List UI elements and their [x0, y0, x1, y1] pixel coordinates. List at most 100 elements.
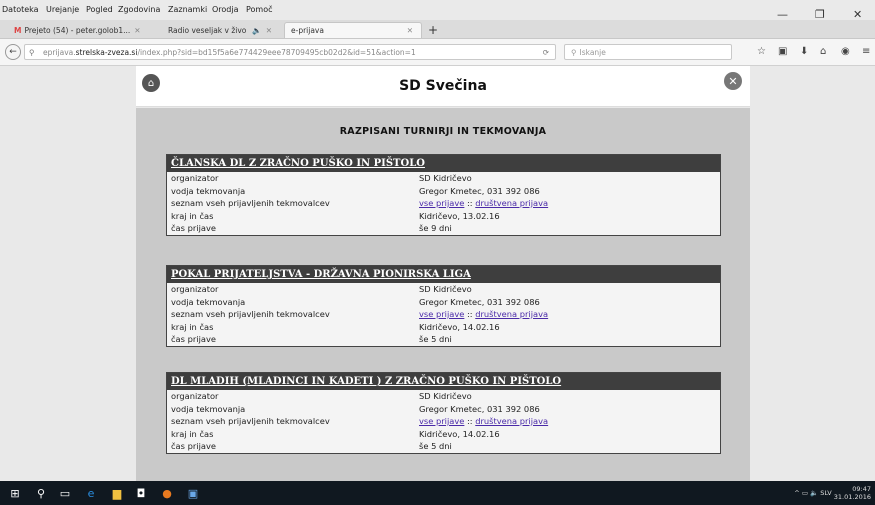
section-title: RAZPISANI TURNIRJI IN TEKMOVANJA	[339, 126, 547, 137]
site-info-icon[interactable]: ⚲	[29, 48, 35, 57]
edge-icon[interactable]: e	[84, 486, 98, 500]
clock-date: 31.01.2016	[833, 493, 871, 501]
club-entry-link[interactable]: društvena prijava	[475, 416, 548, 426]
gmail-icon: M	[14, 25, 22, 35]
menu-icon[interactable]: ≡	[862, 46, 870, 57]
tray-arrow-icon[interactable]: ^	[794, 489, 799, 497]
competition-card: POKAL PRIJATELJSTVA - DRŽAVNA PIONIRSKA …	[166, 265, 721, 347]
deadline-label: čas prijave	[171, 223, 216, 233]
place-value: Kidričevo, 14.02.16	[419, 321, 500, 332]
place-label: kraj in čas	[171, 428, 214, 439]
leader-row: vodja tekmovanja Gregor Kmetec, 031 392 0…	[167, 185, 720, 198]
deadline-value: še 9 dni	[419, 223, 452, 233]
tab-label: Radio veseljak v živo	[168, 25, 247, 35]
tab-eprijava[interactable]: e-prijava ✕	[284, 22, 422, 38]
navigation-bar: ← ⚲ eprijava. strelska-zveza.si/index.php…	[0, 39, 875, 66]
windows-start-icon[interactable]: ⊞	[8, 486, 22, 500]
organizer-label: organizator	[171, 173, 219, 183]
club-entry-link[interactable]: društvena prijava	[475, 309, 548, 319]
language-indicator[interactable]: SLV	[820, 489, 831, 497]
clipboard-icon[interactable]: ▣	[778, 46, 787, 57]
menu-view[interactable]: Pogled	[86, 5, 113, 14]
all-entries-link[interactable]: vse prijave	[419, 416, 464, 426]
menu-tools[interactable]: Orodja	[212, 5, 239, 14]
url-prefix: eprijava.	[43, 47, 76, 57]
competition-title-link[interactable]: ČLANSKA DL Z ZRAČNO PUŠKO IN PIŠTOLO	[167, 155, 720, 172]
competition-title-link[interactable]: DL MLADIH (MLADINCI IN KADETI ) Z ZRAČNO…	[167, 373, 720, 390]
reload-icon[interactable]: ⟳	[543, 48, 549, 57]
organizer-row: organizator SD Kidričevo	[167, 172, 720, 185]
deadline-label: čas prijave	[171, 334, 216, 344]
home-button-icon[interactable]: ⌂	[820, 46, 826, 57]
club-entry-link[interactable]: društvena prijava	[475, 198, 548, 208]
task-view-icon[interactable]: ▭	[58, 486, 72, 500]
volume-icon[interactable]: 🔈	[810, 489, 818, 497]
deadline-value: še 5 dni	[419, 441, 452, 451]
tab-radio[interactable]: Radio veseljak v živo 🔈 ✕	[168, 22, 280, 38]
place-value: Kidričevo, 13.02.16	[419, 210, 500, 221]
all-entries-link[interactable]: vse prijave	[419, 309, 464, 319]
speaker-icon: 🔈	[252, 25, 262, 35]
competition-title-link[interactable]: POKAL PRIJATELJSTVA - DRŽAVNA PIONIRSKA …	[167, 266, 720, 283]
pocket-icon[interactable]: ◉	[841, 46, 850, 57]
entries-row: seznam vseh prijavljenih tekmovalcev vse …	[167, 308, 720, 321]
search-taskbar-icon[interactable]: ⚲	[34, 486, 48, 500]
menu-bookmarks[interactable]: Zaznamki	[168, 5, 207, 14]
menu-edit[interactable]: Urejanje	[46, 5, 79, 14]
back-icon[interactable]: ←	[5, 44, 21, 60]
close-tab-icon[interactable]: ✕	[266, 26, 272, 35]
link-separator: ::	[467, 198, 473, 208]
entries-label: seznam vseh prijavljenih tekmovalcev	[171, 198, 330, 208]
leader-label: vodja tekmovanja	[171, 296, 246, 307]
close-icon[interactable]: ✕	[724, 72, 742, 90]
organizer-value: SD Kidričevo	[419, 173, 472, 183]
tab-label: e-prijava	[291, 26, 324, 35]
download-icon[interactable]: ⬇	[800, 46, 808, 57]
menu-history[interactable]: Zgodovina	[118, 5, 160, 14]
entries-label: seznam vseh prijavljenih tekmovalcev	[171, 309, 330, 319]
file-explorer-icon[interactable]: ▆	[110, 486, 124, 500]
clock-time: 09:47	[852, 485, 871, 493]
place-value: Kidričevo, 14.02.16	[419, 428, 500, 439]
photos-icon[interactable]: ▣	[186, 486, 200, 500]
firefox-icon[interactable]: ●	[160, 486, 174, 500]
store-icon[interactable]: ◘	[134, 486, 148, 500]
organizer-value: SD Kidričevo	[419, 391, 472, 401]
search-input[interactable]: ⚲ Iskanje	[564, 44, 732, 60]
entries-links: vse prijave :: društvena prijava	[419, 415, 548, 428]
tab-gmail[interactable]: M Prejeto (54) - peter.golob1... ✕	[14, 22, 164, 38]
url-path: /index.php?sid=bd15f5a6e774429eee7870949…	[137, 47, 416, 57]
entries-label: seznam vseh prijavljenih tekmovalcev	[171, 416, 330, 426]
deadline-row: čas prijave še 5 dni	[167, 440, 720, 453]
bookmark-star-icon[interactable]: ☆	[757, 46, 766, 57]
taskbar: ⊞ ⚲ ▭ e ▆ ◘ ● ▣ ^ ▭ 🔈 SLV 09:47 31.01.20…	[0, 481, 875, 505]
organizer-row: organizator SD Kidričevo	[167, 390, 720, 403]
leader-label: vodja tekmovanja	[171, 403, 246, 414]
menu-file[interactable]: Datoteka	[2, 5, 39, 14]
entries-links: vse prijave :: društvena prijava	[419, 308, 548, 321]
organizer-value: SD Kidričevo	[419, 284, 472, 294]
new-tab-icon[interactable]: +	[428, 22, 438, 38]
place-row: kraj in čas Kidričevo, 14.02.16	[167, 428, 720, 441]
tab-label: Prejeto (54) - peter.golob1...	[24, 25, 131, 35]
all-entries-link[interactable]: vse prijave	[419, 198, 464, 208]
link-separator: ::	[467, 309, 473, 319]
menu-help[interactable]: Pomoč	[246, 5, 273, 14]
network-icon[interactable]: ▭	[802, 489, 808, 497]
entries-row: seznam vseh prijavljenih tekmovalcev vse …	[167, 197, 720, 210]
entries-row: seznam vseh prijavljenih tekmovalcev vse …	[167, 415, 720, 428]
url-host: strelska-zveza.si	[75, 47, 138, 57]
place-label: kraj in čas	[171, 321, 214, 332]
close-tab-icon[interactable]: ✕	[134, 26, 140, 35]
deadline-value: še 5 dni	[419, 334, 452, 344]
leader-label: vodja tekmovanja	[171, 185, 246, 196]
tab-bar: M Prejeto (54) - peter.golob1... ✕ Radio…	[0, 20, 875, 39]
place-row: kraj in čas Kidričevo, 14.02.16	[167, 321, 720, 334]
address-bar[interactable]: ⚲ eprijava. strelska-zveza.si/index.php?s…	[24, 44, 556, 60]
leader-value: Gregor Kmetec, 031 392 086	[419, 185, 540, 196]
close-tab-icon[interactable]: ✕	[407, 26, 413, 35]
deadline-row: čas prijave še 9 dni	[167, 222, 720, 235]
page-title: SD Svečina	[399, 78, 487, 94]
competitions-panel: RAZPISANI TURNIRJI IN TEKMOVANJA ČLANSKA…	[136, 108, 750, 481]
clock[interactable]: 09:47 31.01.2016	[834, 485, 871, 501]
